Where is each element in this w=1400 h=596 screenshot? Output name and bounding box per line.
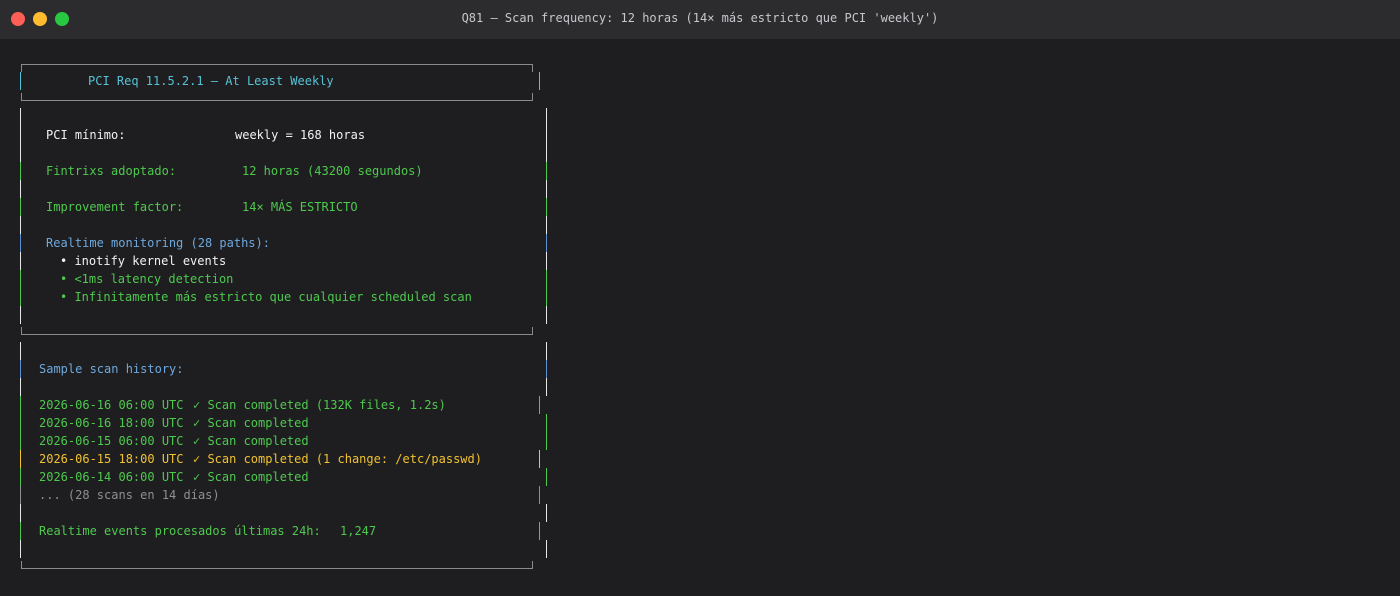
pci-min-label: PCI mínimo: [46,128,126,142]
history-row: 2026-06-16 06:00 UTC ✓ Scan completed (1… [20,396,540,414]
history-heading: Sample scan history: [39,362,184,376]
adopted-value: 12 horas (43200 segundos) [242,164,423,178]
box-header-line: PCI Req 11.5.2.1 — At Least Weekly [20,72,540,90]
terminal-output: PCI Req 11.5.2.1 — At Least Weekly PCI m… [0,39,1400,596]
box-bottom-border [21,568,533,569]
history-more: ... (28 scans en 14 días) [39,488,220,502]
history-heading-line: Sample scan history: [20,360,547,378]
history-time: 2026-06-16 18:00 UTC [39,416,184,430]
box-top-border [21,64,533,65]
header-separator [21,100,533,101]
realtime-bullet: • inotify kernel events [20,252,547,270]
history-status: ✓ Scan completed [193,470,309,484]
realtime-bullet: • <1ms latency detection [20,270,547,288]
section-separator [21,334,533,335]
history-row: 2026-06-16 18:00 UTC ✓ Scan completed [20,414,547,432]
events-value: 1,247 [340,524,377,538]
events-label: Realtime events procesados últimas 24h: [39,524,321,538]
history-time: 2026-06-14 06:00 UTC [39,470,184,484]
history-row-changed: 2026-06-15 18:00 UTC ✓ Scan completed (1… [20,450,540,468]
factor-line: Improvement factor: 14× MÁS ESTRICTO [20,198,547,216]
adopted-line: Fintrixs adoptado: 12 horas (43200 segun… [20,162,547,180]
history-status: ✓ Scan completed [193,434,309,448]
history-more-line: ... (28 scans en 14 días) [20,486,540,504]
realtime-heading: Realtime monitoring (28 paths): [46,236,270,250]
box-header: PCI Req 11.5.2.1 — At Least Weekly [88,74,334,88]
realtime-heading-line: Realtime monitoring (28 paths): [20,234,547,252]
realtime-bullet: • Infinitamente más estricto que cualqui… [20,288,547,306]
history-status: ✓ Scan completed (1 change: /etc/passwd) [193,452,482,466]
events-line: Realtime events procesados últimas 24h: … [20,522,540,540]
factor-value: 14× MÁS ESTRICTO [242,200,358,214]
history-row: 2026-06-15 06:00 UTC ✓ Scan completed [20,432,547,450]
history-status: ✓ Scan completed (132K files, 1.2s) [193,398,446,412]
history-status: ✓ Scan completed [193,416,309,430]
terminal-window: Q81 — Scan frequency: 12 horas (14× más … [0,0,1400,596]
pci-min-line: PCI mínimo: weekly = 168 horas [20,126,547,144]
history-row: 2026-06-14 06:00 UTC ✓ Scan completed [20,468,547,486]
pci-min-value: weekly = 168 horas [235,128,366,142]
title-bar: Q81 — Scan frequency: 12 horas (14× más … [0,0,1400,39]
history-time: 2026-06-15 06:00 UTC [39,434,184,448]
history-time: 2026-06-16 06:00 UTC [39,398,184,412]
adopted-label: Fintrixs adoptado: [46,164,177,178]
window-title: Q81 — Scan frequency: 12 horas (14× más … [461,11,939,25]
factor-label: Improvement factor: [46,200,184,214]
history-time: 2026-06-15 18:00 UTC [39,452,184,466]
